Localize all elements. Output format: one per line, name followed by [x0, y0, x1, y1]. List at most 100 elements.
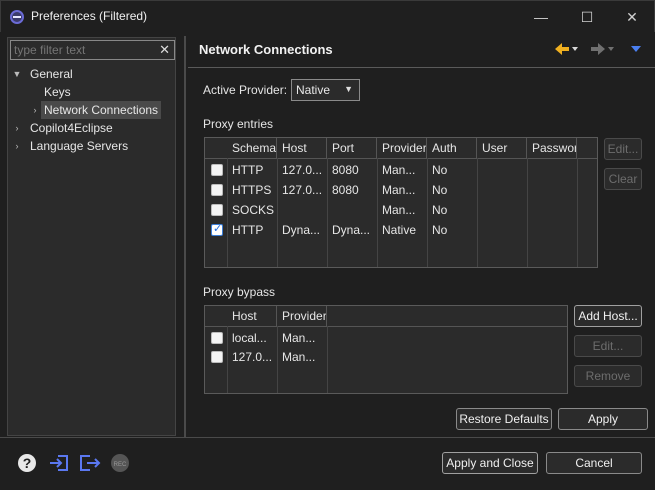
row-checkbox[interactable]: [211, 332, 223, 344]
chevron-right-icon[interactable]: ›: [30, 101, 40, 119]
table-cell: Man...: [282, 350, 316, 364]
page-title: Network Connections: [199, 42, 333, 57]
table-cell: No: [432, 203, 448, 217]
footer-separator: [0, 437, 655, 438]
proxy-entries-table[interactable]: Schema Host Port Provider Auth User Pass…: [204, 137, 598, 268]
table-cell: SOCKS: [232, 203, 275, 217]
proxy-bypass-label: Proxy bypass: [203, 285, 276, 299]
minimize-button[interactable]: —: [518, 1, 564, 33]
table-cell: Man...: [382, 203, 416, 217]
tree-item-label: Keys: [44, 85, 71, 99]
column-header[interactable]: Schema: [227, 138, 277, 158]
edit-entry-button[interactable]: Edit...: [604, 138, 642, 160]
table-cell: 127.0...: [282, 183, 323, 197]
pane-divider[interactable]: [184, 36, 186, 437]
add-host-button[interactable]: Add Host...: [574, 305, 642, 327]
column-header[interactable]: Auth: [427, 138, 477, 158]
row-checkbox[interactable]: [211, 204, 223, 216]
column-header[interactable]: Port: [327, 138, 377, 158]
view-menu-icon: [631, 46, 641, 52]
tree-item-label: Language Servers: [30, 139, 129, 153]
column-divider: [477, 158, 478, 267]
back-button[interactable]: [553, 40, 579, 58]
column-header[interactable]: Provider: [377, 138, 427, 158]
record-label: REC: [114, 462, 127, 468]
table-cell: Man...: [282, 331, 316, 345]
clear-filter-icon[interactable]: ✕: [159, 42, 170, 58]
row-checkbox[interactable]: [211, 164, 223, 176]
restore-defaults-button[interactable]: Restore Defaults: [456, 408, 552, 430]
column-header[interactable]: Host: [277, 138, 327, 158]
row-checkbox[interactable]: [211, 351, 223, 363]
table-cell: Dyna...: [332, 223, 371, 237]
filter-input[interactable]: [11, 41, 151, 59]
chevron-down-icon[interactable]: ▼: [12, 65, 22, 83]
table-cell: No: [432, 223, 448, 237]
table-cell: 8080: [332, 183, 359, 197]
column-divider: [577, 158, 578, 267]
column-divider: [527, 158, 528, 267]
tree-item-label: General: [30, 67, 73, 81]
column-header[interactable]: User: [477, 138, 527, 158]
record-icon: REC: [111, 454, 129, 472]
help-button[interactable]: ?: [17, 453, 37, 473]
table-cell: 8080: [332, 163, 359, 177]
proxy-bypass-table[interactable]: Host Provider local... Man... 127.0... M…: [204, 305, 568, 394]
table-cell: 127.0...: [232, 350, 273, 364]
filter-field[interactable]: ✕: [10, 40, 175, 60]
remove-host-button[interactable]: Remove: [574, 365, 642, 387]
proxy-entries-label: Proxy entries: [203, 117, 274, 131]
header-separator: [188, 67, 655, 68]
table-cell: Native: [382, 223, 417, 237]
view-menu-button[interactable]: [628, 40, 644, 58]
maximize-button[interactable]: ☐: [564, 1, 610, 33]
title-bar: Preferences (Filtered) — ☐ ✕: [0, 0, 655, 32]
table-cell: Man...: [382, 183, 416, 197]
export-button[interactable]: [78, 453, 101, 473]
tree-item-label: Copilot4Eclipse: [30, 121, 113, 135]
arrow-left-icon: [555, 43, 578, 55]
clear-entry-button[interactable]: Clear: [604, 168, 642, 190]
header-divider: [205, 158, 597, 159]
help-icon: ?: [18, 454, 36, 472]
svg-text:?: ?: [23, 455, 32, 471]
table-cell: 127.0...: [282, 163, 323, 177]
window-title: Preferences (Filtered): [31, 9, 148, 23]
chevron-down-icon: ▼: [344, 84, 353, 94]
tree-item-label: Network Connections: [41, 101, 162, 119]
table-cell: No: [432, 163, 448, 177]
tree-item-keys[interactable]: Keys: [44, 83, 71, 101]
cancel-button[interactable]: Cancel: [546, 452, 642, 474]
header-divider: [205, 326, 567, 327]
import-button[interactable]: [48, 453, 68, 473]
import-icon: [50, 455, 68, 471]
table-cell: HTTP: [232, 163, 264, 177]
column-header[interactable]: Provider: [277, 306, 327, 326]
active-provider-value: Native: [296, 83, 331, 97]
row-checkbox[interactable]: [211, 184, 223, 196]
edit-host-button[interactable]: Edit...: [574, 335, 642, 357]
table-cell: local...: [232, 331, 267, 345]
forward-button[interactable]: [589, 40, 615, 58]
apply-button[interactable]: Apply: [558, 408, 648, 430]
chevron-right-icon[interactable]: ›: [12, 119, 22, 137]
export-icon: [80, 455, 101, 471]
active-provider-select[interactable]: Native ▼: [291, 79, 360, 101]
record-button[interactable]: REC: [110, 453, 130, 473]
close-button[interactable]: ✕: [609, 1, 655, 33]
column-header[interactable]: Password: [527, 138, 577, 158]
column-header[interactable]: Host: [227, 306, 277, 326]
preferences-tree-pane: ✕ ▼ General Keys › Network Connections ›…: [7, 37, 176, 436]
table-cell: No: [432, 183, 448, 197]
table-cell: Dyna...: [282, 223, 321, 237]
row-checkbox-checked[interactable]: [211, 222, 223, 236]
eclipse-icon: [10, 10, 24, 24]
table-cell: Man...: [382, 163, 416, 177]
active-provider-label: Active Provider:: [203, 83, 288, 97]
column-divider: [327, 326, 328, 393]
table-cell: HTTP: [232, 223, 264, 237]
tree-item-network-connections[interactable]: › Network Connections: [30, 101, 170, 119]
table-cell: HTTPS: [232, 183, 272, 197]
chevron-right-icon[interactable]: ›: [12, 137, 22, 155]
apply-and-close-button[interactable]: Apply and Close: [442, 452, 538, 474]
